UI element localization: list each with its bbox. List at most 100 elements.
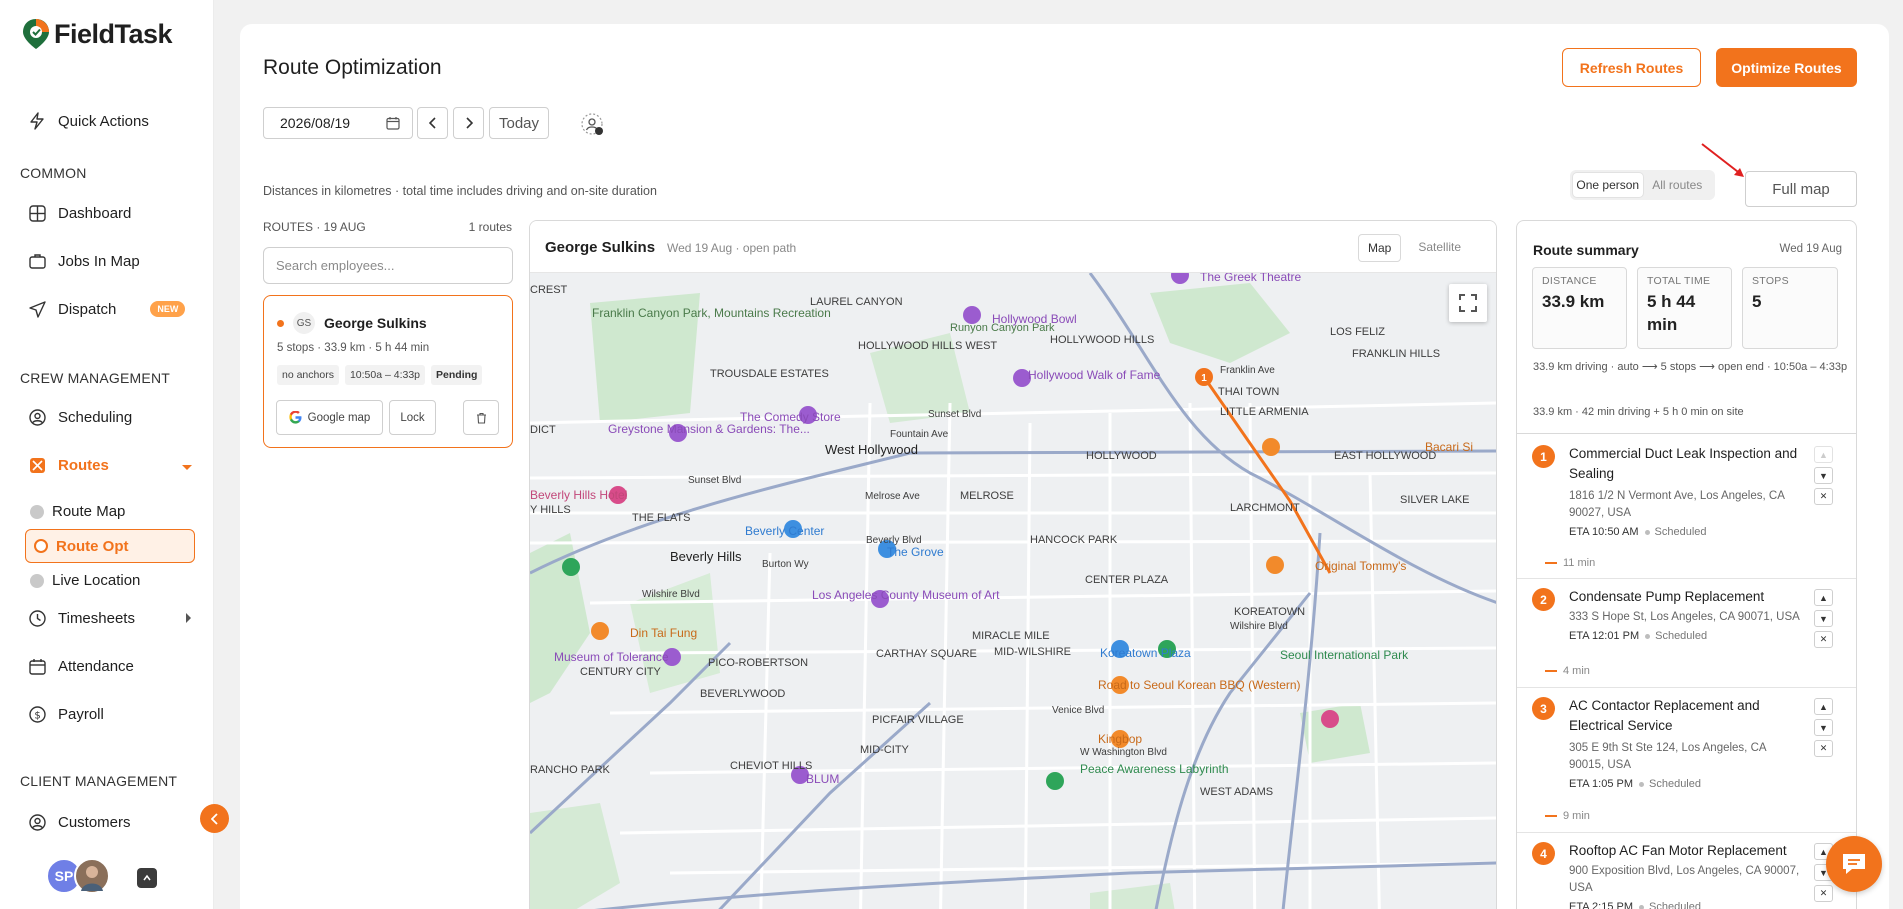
today-button[interactable]: Today xyxy=(489,107,549,139)
calendar-icon xyxy=(386,116,400,133)
next-day-button[interactable] xyxy=(453,107,484,139)
refresh-routes-button[interactable]: Refresh Routes xyxy=(1562,48,1701,87)
stop-item[interactable]: 2 Condensate Pump Replacement 333 S Hope… xyxy=(1517,579,1856,688)
map-label: Bacari Si xyxy=(1425,440,1473,454)
map-label: BLUM xyxy=(806,772,839,786)
nav-quick-actions-label: Quick Actions xyxy=(58,112,149,130)
nav-dispatch[interactable]: Dispatch NEW xyxy=(28,300,186,318)
google-map-button[interactable]: Google map xyxy=(276,400,383,435)
map-label: MELROSE xyxy=(960,490,1014,502)
clock-icon xyxy=(28,609,46,627)
stop-item[interactable]: 4 Rooftop AC Fan Motor Replacement 900 E… xyxy=(1517,833,1856,909)
section-common: COMMON xyxy=(20,165,87,181)
map-label: BEVERLYWOOD xyxy=(700,688,785,700)
grid-icon xyxy=(28,204,46,222)
nav-customers-label: Customers xyxy=(58,813,131,831)
user-avatars[interactable]: SP xyxy=(46,858,110,894)
route-card-header: GS George Sulkins xyxy=(277,312,427,334)
nav-route-map[interactable]: Route Map xyxy=(30,503,125,520)
nav-dispatch-label: Dispatch xyxy=(58,300,117,318)
chat-button[interactable] xyxy=(1826,836,1882,892)
move-down-button[interactable]: ▼ xyxy=(1814,610,1833,627)
map-mode-button[interactable]: Map xyxy=(1358,234,1402,262)
map-type-toggle: Map Satellite xyxy=(1358,234,1470,262)
map-subtitle: Wed 19 Aug · open path xyxy=(667,241,797,255)
map-label: Din Tai Fung xyxy=(630,626,697,640)
map-label: Sunset Blvd xyxy=(928,409,981,420)
employee-initials: GS xyxy=(293,312,315,334)
nav-jobs-in-map[interactable]: Jobs In Map xyxy=(28,252,140,270)
sidebar: FieldTask Quick Actions COMMON Dashboard… xyxy=(0,0,214,909)
date-field[interactable]: 2026/08/19 xyxy=(263,107,413,139)
full-map-button[interactable]: Full map xyxy=(1745,171,1857,207)
lock-button[interactable]: Lock xyxy=(389,400,436,435)
summary-breakdown: 33.9 km · 42 min driving + 5 h 0 min on … xyxy=(1533,406,1744,418)
nav-routes[interactable]: Routes xyxy=(28,456,193,474)
nav-quick-actions[interactable]: Quick Actions xyxy=(28,112,149,130)
trash-icon xyxy=(476,412,486,424)
remove-stop-button[interactable]: ✕ xyxy=(1814,885,1833,902)
nav-attendance[interactable]: Attendance xyxy=(28,657,134,675)
map-fullscreen-button[interactable] xyxy=(1449,284,1487,322)
move-up-button[interactable]: ▲ xyxy=(1814,446,1833,463)
avatar-photo[interactable] xyxy=(74,858,110,894)
stat-stops: STOPS 5 xyxy=(1742,267,1838,349)
nav-dashboard[interactable]: Dashboard xyxy=(28,204,131,222)
nav-route-opt[interactable]: Route Opt xyxy=(25,529,195,563)
map-label: Beverly Hills xyxy=(670,549,742,564)
collapse-sidebar-button[interactable] xyxy=(200,804,229,833)
map-label: CENTER PLAZA xyxy=(1085,574,1169,586)
nav-route-opt-label: Route Opt xyxy=(56,537,129,555)
remove-stop-button[interactable]: ✕ xyxy=(1814,740,1833,757)
lightning-icon xyxy=(28,112,46,130)
new-badge: NEW xyxy=(150,301,186,317)
expand-icon[interactable] xyxy=(137,868,157,888)
map-label: West Hollywood xyxy=(825,442,918,457)
map-label: Los Angeles County Museum of Art xyxy=(812,588,1000,602)
map-label: Koreatown Plaza xyxy=(1100,646,1191,660)
google-icon xyxy=(289,411,302,424)
route-tags: no anchors 10:50a – 4:33p Pending xyxy=(277,365,483,385)
user-circle-icon xyxy=(28,408,46,426)
view-toggle: One person All routes xyxy=(1570,170,1715,200)
remove-stop-button[interactable]: ✕ xyxy=(1814,488,1833,505)
nav-timesheets[interactable]: Timesheets xyxy=(28,609,193,627)
map-label: TROUSDALE ESTATES xyxy=(710,368,829,380)
employee-search-input[interactable]: Search employees... xyxy=(263,247,513,284)
routes-count: 1 routes xyxy=(468,220,512,234)
route-card[interactable]: GS George Sulkins 5 stops · 33.9 km · 5 … xyxy=(263,295,513,448)
view-one-person[interactable]: One person xyxy=(1573,173,1643,197)
nav-scheduling-label: Scheduling xyxy=(58,408,133,426)
move-up-button[interactable]: ▲ xyxy=(1814,589,1833,606)
optimize-routes-button[interactable]: Optimize Routes xyxy=(1716,48,1857,87)
map-label: CARTHAY SQUARE xyxy=(876,648,977,660)
assign-person-icon[interactable] xyxy=(581,113,605,142)
satellite-mode-button[interactable]: Satellite xyxy=(1409,234,1470,262)
section-crew-management: CREW MANAGEMENT xyxy=(20,370,170,386)
move-up-button[interactable]: ▲ xyxy=(1814,698,1833,715)
section-client-management: CLIENT MANAGEMENT xyxy=(20,773,178,789)
person-icon xyxy=(81,866,103,891)
route-actions: Google map Lock xyxy=(276,400,499,435)
nav-scheduling[interactable]: Scheduling xyxy=(28,408,132,426)
stop-item[interactable]: 3 AC Contactor Replacement and Electrica… xyxy=(1517,688,1856,833)
svg-text:$: $ xyxy=(34,710,40,721)
delete-button[interactable] xyxy=(463,400,499,435)
stop-address: 1816 1/2 N Vermont Ave, Los Angeles, CA … xyxy=(1569,490,1785,519)
move-down-button[interactable]: ▼ xyxy=(1814,467,1833,484)
stop-item[interactable]: 1 Commercial Duct Leak Inspection and Se… xyxy=(1517,434,1856,579)
app-logo[interactable]: FieldTask xyxy=(22,18,173,50)
prev-day-button[interactable] xyxy=(417,107,448,139)
map-label: CENTURY CITY xyxy=(580,666,662,678)
nav-live-location[interactable]: Live Location xyxy=(30,572,140,589)
stop-status: Scheduled xyxy=(1639,778,1701,790)
map-label: MIRACLE MILE xyxy=(972,630,1050,642)
stop-controls: ▲ ▼ ✕ xyxy=(1814,698,1833,757)
route-map-icon xyxy=(30,504,44,519)
remove-stop-button[interactable]: ✕ xyxy=(1814,631,1833,648)
nav-payroll[interactable]: $ Payroll xyxy=(28,705,104,723)
map-header: George Sulkins Wed 19 Aug · open path Ma… xyxy=(530,221,1496,273)
nav-customers[interactable]: Customers xyxy=(28,813,131,831)
move-down-button[interactable]: ▼ xyxy=(1814,719,1833,736)
map-canvas[interactable]: 1 LAUREL CANYON Runyon Canyon Park Holly… xyxy=(530,273,1496,909)
